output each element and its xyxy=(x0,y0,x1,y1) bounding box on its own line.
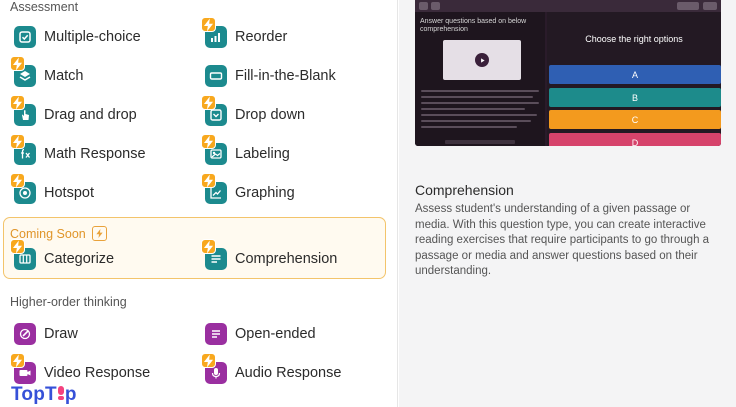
preview-text-line xyxy=(421,102,539,104)
description-title: Comprehension xyxy=(415,182,514,198)
item-drop-down[interactable]: Drop down xyxy=(201,95,306,128)
item-label: Open-ended xyxy=(235,326,316,342)
description-body: Assess student's understanding of a give… xyxy=(415,203,710,277)
preview-option-b: B xyxy=(549,88,721,107)
preview-toolbar xyxy=(415,0,721,12)
preview-toolbar-button xyxy=(419,2,428,10)
section-higher-order-label: Higher-order thinking xyxy=(10,295,127,309)
columns-icon xyxy=(10,239,36,270)
video-camera-icon xyxy=(10,353,36,384)
bolt-icon xyxy=(10,173,25,188)
preview-option-d: D xyxy=(549,133,721,146)
preview-option-a: A xyxy=(549,65,721,84)
item-fill-in-the-blank[interactable]: Fill-in-the-Blank xyxy=(205,63,336,89)
bolt-icon xyxy=(201,17,216,32)
preview-text-line xyxy=(421,120,531,122)
preview-question: Choose the right options xyxy=(585,34,683,44)
bolt-icon xyxy=(10,56,25,71)
item-graphing[interactable]: Graphing xyxy=(201,173,295,206)
item-labeling[interactable]: Labeling xyxy=(201,134,290,167)
bolt-icon xyxy=(10,239,25,254)
dropdown-icon xyxy=(201,95,227,126)
preview-video xyxy=(443,40,521,80)
item-label: Categorize xyxy=(44,251,115,267)
preview-scroll-bar xyxy=(445,140,515,144)
text-lines-icon xyxy=(201,239,227,270)
item-reorder[interactable]: Reorder xyxy=(201,17,288,50)
bolt-icon xyxy=(10,134,25,149)
item-hotspot[interactable]: Hotspot xyxy=(10,173,94,206)
preview-text-line xyxy=(421,108,525,110)
play-icon xyxy=(475,53,489,67)
preview-text-line xyxy=(421,114,537,116)
item-label: Drag and drop xyxy=(44,107,137,123)
item-open-ended[interactable]: Open-ended xyxy=(205,321,316,347)
item-label: Drop down xyxy=(235,107,306,123)
layers-icon xyxy=(10,56,36,87)
comprehension-preview: Answer questions based on below comprehe… xyxy=(415,0,721,146)
toptip-logo: TopT p xyxy=(11,384,77,405)
preview-text-line xyxy=(421,90,539,92)
brush-icon xyxy=(14,323,36,345)
bolt-icon xyxy=(10,95,25,110)
text-lines-icon xyxy=(205,323,227,345)
item-label: Math Response xyxy=(44,146,146,162)
input-box-icon xyxy=(205,65,227,87)
item-label: Match xyxy=(44,68,84,84)
bolt-icon xyxy=(201,353,216,368)
item-label: Reorder xyxy=(235,29,288,45)
section-assessment-label: Assessment xyxy=(10,0,79,14)
item-label: Comprehension xyxy=(235,251,338,267)
function-icon xyxy=(10,134,36,165)
item-label: Labeling xyxy=(235,146,290,162)
hand-pointer-icon xyxy=(10,95,36,126)
bolt-icon xyxy=(201,134,216,149)
target-icon xyxy=(10,173,36,204)
item-math-response[interactable]: Math Response xyxy=(10,134,146,167)
bolt-icon xyxy=(91,226,107,241)
image-label-icon xyxy=(201,134,227,165)
item-label: Hotspot xyxy=(44,185,94,201)
bolt-icon xyxy=(10,353,25,368)
item-label: Multiple-choice xyxy=(44,29,141,45)
item-video-response[interactable]: Video Response xyxy=(10,353,151,386)
item-label: Fill-in-the-Blank xyxy=(235,68,336,84)
item-audio-response[interactable]: Audio Response xyxy=(201,353,342,386)
preview-question-pane: Choose the right options A B C D xyxy=(547,12,721,146)
preview-passage-pane: Answer questions based on below comprehe… xyxy=(415,12,545,146)
line-graph-icon xyxy=(201,173,227,204)
bolt-icon xyxy=(201,173,216,188)
item-label: Draw xyxy=(44,326,78,342)
item-comprehension[interactable]: Comprehension xyxy=(201,239,338,272)
preview-instruction: Answer questions based on below comprehe… xyxy=(420,18,527,33)
preview-option-c: C xyxy=(549,110,721,129)
item-multiple-choice[interactable]: Multiple-choice xyxy=(14,24,141,50)
item-match[interactable]: Match xyxy=(10,56,84,89)
preview-text-line xyxy=(421,96,533,98)
question-type-panel: Assessment Multiple-choice Reorder Match… xyxy=(0,0,398,407)
bar-chart-icon xyxy=(201,17,227,48)
preview-toolbar-button xyxy=(677,2,699,10)
item-label: Video Response xyxy=(44,365,151,381)
preview-toolbar-button xyxy=(431,2,440,10)
bolt-icon xyxy=(201,95,216,110)
preview-toolbar-button xyxy=(703,2,717,10)
coming-soon-header: Coming Soon xyxy=(10,226,107,241)
item-label: Graphing xyxy=(235,185,295,201)
preview-text-line xyxy=(421,126,517,128)
checkbox-icon xyxy=(14,26,36,48)
microphone-icon xyxy=(201,353,227,384)
item-drag-and-drop[interactable]: Drag and drop xyxy=(10,95,137,128)
item-draw[interactable]: Draw xyxy=(14,321,78,347)
item-categorize[interactable]: Categorize xyxy=(10,239,115,272)
logo-i-glyph xyxy=(57,385,64,400)
item-label: Audio Response xyxy=(235,365,342,381)
bolt-icon xyxy=(201,239,216,254)
